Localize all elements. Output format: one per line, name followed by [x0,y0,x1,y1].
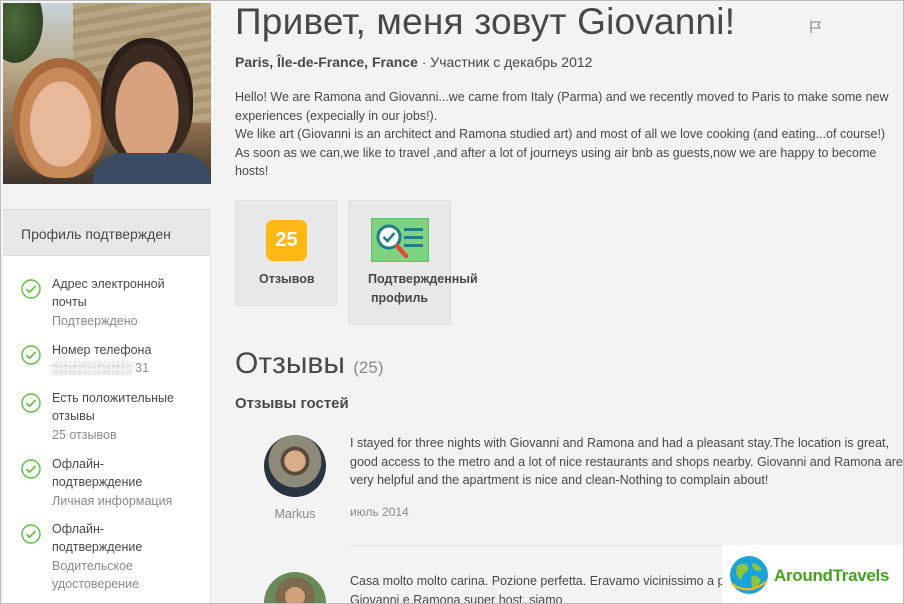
verified-id-icon [371,218,429,262]
reviews-badge[interactable]: 25 Отзывов [235,200,337,306]
page-title: Привет, меня зовут Giovanni! [235,1,736,42]
about-paragraph: As soon as we can,we like to travel ,and… [235,145,877,179]
check-circle-icon [21,459,41,479]
about-paragraph: Hello! We are Ramona and Giovanni...we c… [235,90,889,123]
reviews-count-icon: 25 [266,220,307,261]
location-link[interactable]: Paris, Île-de-France, France [235,54,418,70]
flag-icon[interactable] [809,20,823,34]
verification-status: Водительское удостоверение [52,559,140,591]
reviewer-avatar[interactable] [264,435,326,497]
verified-profile-header: Профиль подтвержден [3,209,211,256]
verification-status: ░░░░░░░░░ 31 [52,361,150,375]
verification-list: Адрес электронной почты Подтверждено Ном… [3,256,211,603]
reviews-heading: Отзывы (25) [235,347,383,381]
globe-logo-icon [730,556,768,594]
review-text: I stayed for three nights with Giovanni … [350,436,903,487]
reviews-heading-text: Отзывы [235,347,345,380]
review-date: июль 2014 [350,505,409,519]
reviewer-avatar[interactable] [264,572,326,604]
reviews-count: (25) [353,358,384,377]
check-circle-icon [21,524,41,544]
check-circle-icon [21,393,41,413]
profile-photo [3,3,211,184]
profile-sidebar: Профиль подтвержден Адрес электронной по… [3,3,211,603]
reviewer-name[interactable]: Markus [264,507,326,521]
verification-title: Офлайн-подтверждение [52,522,143,554]
verification-status: Подтверждено [52,314,138,328]
verification-title: Адрес электронной почты [52,277,165,309]
verification-title: Есть положительные отзывы [52,391,174,423]
guest-reviews-heading: Отзывы гостей [235,395,349,412]
verified-badge-label-line2: профиль [371,291,429,305]
about-text: Hello! We are Ramona and Giovanni...we c… [235,88,903,181]
watermark-brand: AroundTravels [774,566,890,585]
location-line: Paris, Île-de-France, France · Участник … [235,54,592,70]
verification-title: Офлайн-подтверждение [52,457,143,489]
verified-profile-badge[interactable]: Подтвержденный профиль [348,200,478,325]
verification-status: 25 отзывов [52,428,117,442]
verified-badge-label-line1: Подтвержденный [368,272,478,286]
check-circle-icon [21,279,41,299]
aroundtravels-watermark: AroundTravels [722,545,904,604]
check-circle-icon [21,345,41,365]
member-since: · Участник с декабрь 2012 [417,54,593,70]
verification-status: Личная информация [52,494,173,508]
about-paragraph: We like art (Giovanni is an architect an… [235,127,886,141]
reviews-badge-label: Отзывов [259,272,315,286]
verification-title: Номер телефона [52,343,152,357]
